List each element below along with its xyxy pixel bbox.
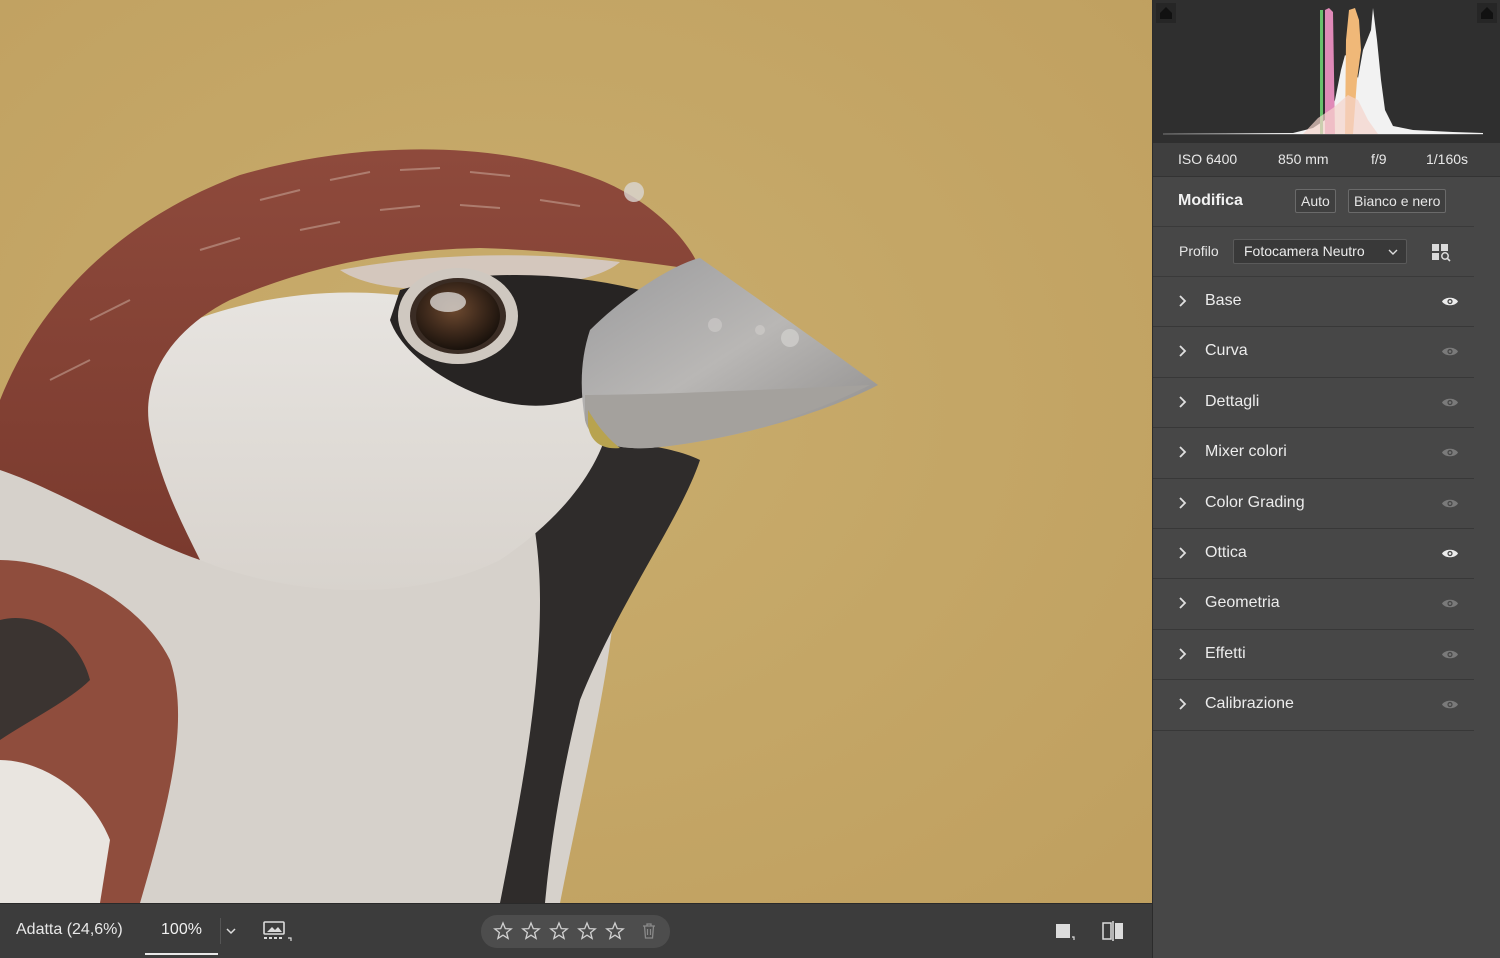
- chevron-right-icon: [1179, 648, 1187, 660]
- star-icon[interactable]: [577, 921, 597, 941]
- exif-info-bar: ISO 6400 850 mm f/9 1/160s: [1153, 143, 1500, 177]
- edit-title: Modifica: [1178, 192, 1243, 209]
- chevron-down-icon: [226, 928, 236, 935]
- chevron-right-icon: [1179, 547, 1187, 559]
- profile-browser-icon: [1432, 244, 1451, 262]
- profile-browser-button[interactable]: [1430, 241, 1452, 263]
- section-label: Ottica: [1205, 543, 1247, 561]
- profile-select[interactable]: Fotocamera Neutro: [1233, 239, 1407, 264]
- eye-icon[interactable]: [1441, 497, 1459, 510]
- auto-button[interactable]: Auto: [1295, 189, 1336, 213]
- section-label: Dettagli: [1205, 392, 1260, 410]
- section-label: Color Grading: [1205, 493, 1305, 511]
- section-calibrazione[interactable]: Calibrazione: [1153, 680, 1474, 731]
- highlight-clipping-button[interactable]: [1477, 3, 1497, 23]
- eye-icon[interactable]: [1441, 295, 1459, 308]
- single-view-icon: [1056, 924, 1075, 940]
- section-label: Geometria: [1205, 594, 1280, 612]
- section-ottica[interactable]: Ottica: [1153, 528, 1474, 580]
- sparrow-photo: [0, 0, 1152, 903]
- eye-icon[interactable]: [1441, 698, 1459, 711]
- star-icon[interactable]: [549, 921, 569, 941]
- eye-icon[interactable]: [1441, 345, 1459, 358]
- histogram-graph: [1163, 8, 1483, 135]
- panel-scroll-track: [1474, 177, 1500, 958]
- camera-raw-window: Adatta (24,6%) 100% ISO 6400 850 mm f/9 …: [0, 0, 1500, 958]
- before-after-single-button[interactable]: [1053, 919, 1077, 943]
- section-label: Base: [1205, 292, 1242, 309]
- section-label: Mixer colori: [1205, 443, 1287, 461]
- eye-icon[interactable]: [1441, 547, 1459, 560]
- eye-icon[interactable]: [1441, 446, 1459, 459]
- iso-value: ISO 6400: [1178, 151, 1238, 167]
- filmstrip-button[interactable]: [262, 918, 294, 944]
- histogram[interactable]: [1153, 0, 1500, 143]
- edit-sections-list: Base Curva Dettagli Mixer colori Color Gradi…: [1153, 277, 1474, 731]
- chevron-right-icon: [1179, 345, 1187, 358]
- chevron-right-icon: [1179, 597, 1187, 609]
- section-base[interactable]: Base: [1153, 277, 1474, 328]
- eye-icon[interactable]: [1441, 597, 1459, 610]
- split-view-icon: [1102, 921, 1123, 941]
- chevron-right-icon: [1179, 496, 1187, 509]
- filmstrip-icon: [263, 921, 292, 941]
- chevron-right-icon: [1179, 295, 1187, 307]
- eye-icon[interactable]: [1441, 648, 1459, 661]
- chevron-right-icon: [1179, 396, 1187, 408]
- profile-row: Profilo Fotocamera Neutro: [1153, 227, 1474, 277]
- clipping-warning-icon: [1477, 3, 1497, 23]
- section-mixer-colori[interactable]: Mixer colori: [1153, 428, 1474, 479]
- star-rating: [481, 915, 670, 948]
- eye-icon[interactable]: [1441, 396, 1459, 409]
- star-icon[interactable]: [521, 921, 541, 941]
- section-geometria[interactable]: Geometria: [1153, 579, 1474, 630]
- zoom-dropdown-button[interactable]: [220, 918, 238, 944]
- profile-select-value: Fotocamera Neutro: [1244, 243, 1365, 259]
- chevron-down-icon: [1388, 249, 1398, 255]
- section-label: Effetti: [1205, 644, 1246, 662]
- black-and-white-button[interactable]: Bianco e nero: [1348, 189, 1447, 213]
- clipping-warning-icon: [1156, 3, 1176, 23]
- chevron-right-icon: [1179, 698, 1187, 710]
- before-after-split-button[interactable]: [1101, 919, 1125, 943]
- section-effetti[interactable]: Effetti: [1153, 629, 1474, 681]
- photo-canvas[interactable]: [0, 0, 1152, 903]
- shadow-clipping-button[interactable]: [1156, 3, 1176, 23]
- right-panel: ISO 6400 850 mm f/9 1/160s Modifica Auto…: [1152, 0, 1500, 958]
- star-icon[interactable]: [493, 921, 513, 941]
- focal-length-value: 850 mm: [1278, 151, 1329, 167]
- section-color-grading[interactable]: Color Grading: [1153, 478, 1474, 529]
- aperture-value: f/9: [1371, 151, 1387, 167]
- section-curva[interactable]: Curva: [1153, 327, 1474, 378]
- section-dettagli[interactable]: Dettagli: [1153, 377, 1474, 429]
- shutter-value: 1/160s: [1426, 151, 1469, 167]
- chevron-right-icon: [1179, 446, 1187, 458]
- star-icon[interactable]: [605, 921, 625, 941]
- section-label: Curva: [1205, 342, 1248, 360]
- edit-header: Modifica Auto Bianco e nero: [1153, 177, 1474, 227]
- section-label: Calibrazione: [1205, 695, 1294, 713]
- profile-label: Profilo: [1179, 243, 1219, 259]
- bottom-toolbar: Adatta (24,6%) 100%: [0, 903, 1152, 958]
- trash-icon[interactable]: [641, 922, 657, 940]
- zoom-100-button[interactable]: 100%: [145, 907, 218, 955]
- zoom-fit-button[interactable]: Adatta (24,6%): [16, 921, 123, 939]
